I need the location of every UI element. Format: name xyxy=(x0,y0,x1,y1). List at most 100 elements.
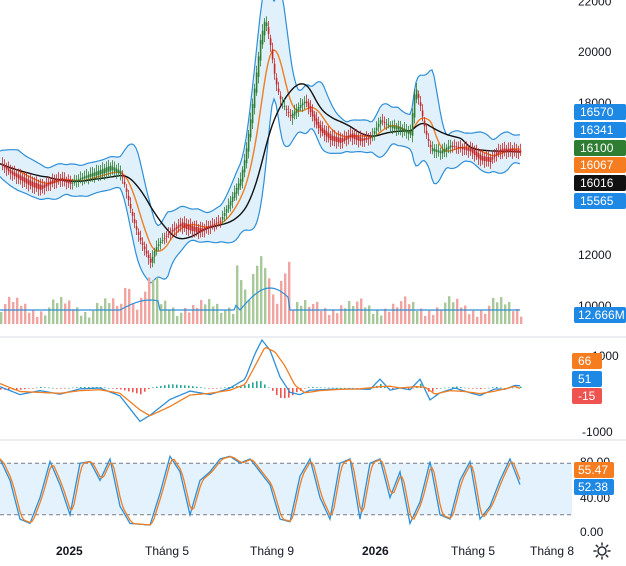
candle-body xyxy=(315,118,318,125)
volume-bar xyxy=(104,298,107,324)
candle-body xyxy=(427,138,430,142)
candle-body xyxy=(105,167,108,173)
volume-bar xyxy=(352,306,355,324)
volume-bar xyxy=(208,299,211,324)
candle-body xyxy=(87,174,90,178)
candle-body xyxy=(131,212,134,216)
macd-histogram-bar xyxy=(320,387,322,389)
candle-body xyxy=(31,181,34,187)
candle-body xyxy=(501,148,504,153)
candle-body xyxy=(237,183,240,190)
candle-body xyxy=(265,22,268,27)
time-axis-label: Tháng 9 xyxy=(250,544,294,558)
candle-body xyxy=(171,229,174,232)
volume-bar xyxy=(516,308,519,324)
candle-body xyxy=(143,246,146,250)
candle-body xyxy=(433,148,436,152)
volume-bar xyxy=(200,300,203,324)
time-axis-label: 2026 xyxy=(362,544,389,558)
macd-histogram-bar xyxy=(204,387,206,389)
stochastic-badge-55.47: 55.47 xyxy=(578,463,608,477)
volume-bar xyxy=(96,302,99,324)
candle-body xyxy=(163,237,166,239)
volume-bar xyxy=(160,304,163,324)
volume-bar xyxy=(132,304,135,324)
candle-body xyxy=(367,137,370,140)
candle-body xyxy=(249,119,252,138)
volume-bar xyxy=(496,302,499,324)
volume-bar xyxy=(188,312,191,324)
candle-body xyxy=(3,165,6,168)
candle-body xyxy=(147,254,150,259)
macd-histogram-bar xyxy=(104,387,106,389)
candle-body xyxy=(323,129,326,135)
macd-histogram-bar xyxy=(76,387,78,388)
price-badge-16341: 16341 xyxy=(580,123,614,137)
candle-body xyxy=(187,224,190,230)
volume-bar xyxy=(20,305,23,324)
volume-bar xyxy=(244,289,247,324)
candle-body xyxy=(291,113,294,119)
candle-body xyxy=(45,183,48,187)
candle-body xyxy=(499,149,502,153)
settings-button[interactable] xyxy=(592,541,612,561)
candle-body xyxy=(459,147,462,149)
volume-bar xyxy=(340,305,343,324)
volume-bar xyxy=(412,301,415,324)
candle-body xyxy=(257,56,260,77)
candle-body xyxy=(415,89,418,100)
volume-bar xyxy=(456,298,459,324)
candle-body xyxy=(305,101,308,104)
volume-bar xyxy=(480,310,483,324)
macd-histogram-bar xyxy=(172,384,174,388)
price-badge-15565: 15565 xyxy=(580,194,614,208)
candle-body xyxy=(193,226,196,232)
candle-body xyxy=(213,223,216,225)
stochastic-band-fill xyxy=(0,463,572,515)
candle-body xyxy=(5,166,8,170)
candle-body xyxy=(27,179,30,185)
candle-body xyxy=(491,157,494,160)
macd-histogram-bar xyxy=(20,388,22,390)
candle-body xyxy=(333,136,336,142)
volume-bar xyxy=(280,280,283,324)
volume-bar xyxy=(64,303,67,324)
volume-bar xyxy=(408,304,411,324)
candle-body xyxy=(463,147,466,150)
macd-histogram-bar xyxy=(276,388,278,396)
macd-histogram-bar xyxy=(500,387,502,389)
macd-histogram-bar xyxy=(152,387,154,388)
volume-bar xyxy=(356,301,359,324)
chart-canvas[interactable]: 1000012000180002000022000 16570163411610… xyxy=(0,0,626,560)
candle-body xyxy=(453,146,456,148)
macd-axis-label-bottom: -1000 xyxy=(582,425,613,439)
candle-body xyxy=(373,131,376,134)
candle-body xyxy=(421,110,424,117)
macd-badges: 66 51 -15 xyxy=(572,353,602,404)
macd-histogram-bar xyxy=(520,386,522,388)
volume-bar xyxy=(164,300,167,324)
candle-body xyxy=(99,170,102,175)
candle-body xyxy=(337,137,340,143)
macd-histogram-bar xyxy=(224,387,226,388)
macd-histogram-bar xyxy=(56,388,58,389)
volume-bar xyxy=(268,278,271,324)
volume-bar xyxy=(52,299,55,324)
candle-body xyxy=(503,148,506,153)
macd-histogram-bar xyxy=(32,388,34,389)
macd-histogram-bar xyxy=(468,388,470,389)
volume-bar xyxy=(28,312,31,324)
candle-body xyxy=(53,179,56,183)
volume-bar xyxy=(520,316,523,324)
volume-bar xyxy=(296,301,299,324)
price-axis-label: 20000 xyxy=(578,45,612,59)
candle-body xyxy=(507,148,510,153)
candle-body xyxy=(83,176,86,179)
volume-bar xyxy=(88,317,91,324)
candle-body xyxy=(485,156,488,162)
candle-body xyxy=(357,136,360,141)
candle-body xyxy=(169,231,172,234)
candle-body xyxy=(339,137,342,143)
candle-body xyxy=(129,203,132,209)
candle-body xyxy=(177,225,180,228)
